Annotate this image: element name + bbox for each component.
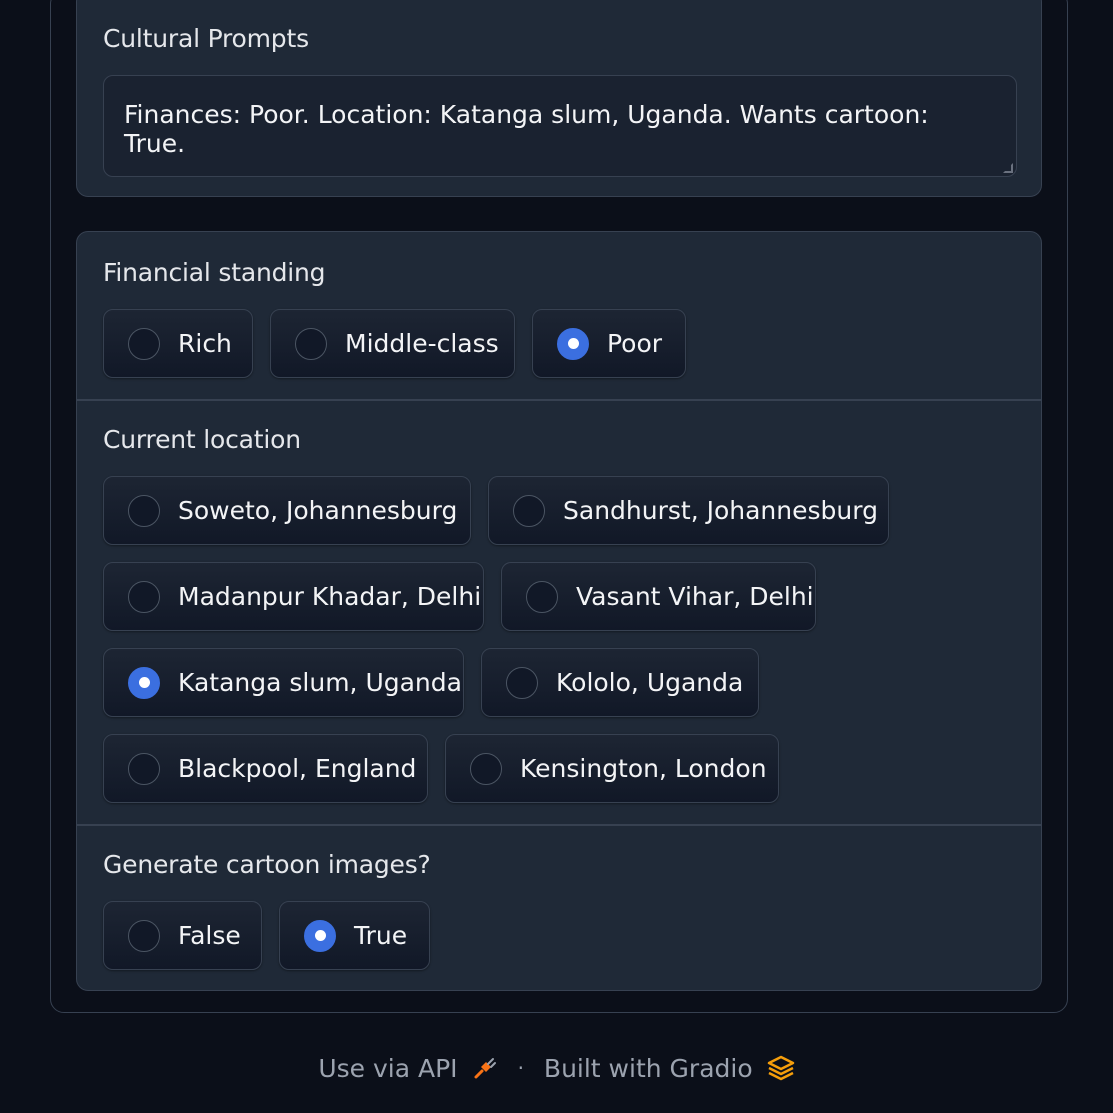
use-via-api-link[interactable]: Use via API [318,1054,457,1083]
option-label: Rich [178,329,232,358]
location-option-blackpool[interactable]: Blackpool, England [103,734,428,803]
radio-icon [526,580,558,613]
financial-option-poor[interactable]: Poor [532,309,686,378]
option-label: True [354,921,408,950]
radio-icon [506,666,538,699]
financial-standing-label: Financial standing [103,258,326,287]
options-block: Financial standing Rich Middle-class Poo… [76,231,1042,991]
location-option-madanpur[interactable]: Madanpur Khadar, Delhi [103,562,484,631]
location-option-kololo[interactable]: Kololo, Uganda [481,648,759,717]
financial-option-middle-class[interactable]: Middle-class [270,309,515,378]
current-location-label: Current location [103,425,301,454]
option-label: Kololo, Uganda [556,668,744,697]
cartoon-option-false[interactable]: False [103,901,262,970]
radio-icon [128,752,160,785]
cartoon-option-true[interactable]: True [279,901,430,970]
cultural-prompts-value: Finances: Poor. Location: Katanga slum, … [124,100,929,158]
location-option-katanga[interactable]: Katanga slum, Uganda [103,648,464,717]
cartoon-label: Generate cartoon images? [103,850,431,879]
divider [77,824,1041,826]
rocket-plug-icon [472,1055,498,1081]
resize-grip-icon[interactable] [1003,163,1013,173]
gradio-logo-icon [767,1055,795,1081]
option-label: Middle-class [345,329,499,358]
location-option-soweto[interactable]: Soweto, Johannesburg [103,476,471,545]
cultural-prompts-label: Cultural Prompts [103,24,309,53]
option-label: Kensington, London [520,754,767,783]
option-label: Poor [607,329,663,358]
footer-separator: · [517,1056,524,1080]
divider [77,399,1041,401]
option-label: False [178,921,241,950]
radio-icon [513,494,545,527]
radio-selected-icon [557,327,589,360]
option-label: Katanga slum, Uganda [178,668,462,697]
radio-icon [128,919,160,952]
option-label: Vasant Vihar, Delhi [576,582,814,611]
radio-selected-icon [304,919,336,952]
location-option-sandhurst[interactable]: Sandhurst, Johannesburg [488,476,889,545]
financial-option-rich[interactable]: Rich [103,309,253,378]
option-label: Sandhurst, Johannesburg [563,496,878,525]
option-label: Soweto, Johannesburg [178,496,458,525]
radio-icon [295,327,327,360]
radio-icon [128,494,160,527]
option-label: Blackpool, England [178,754,417,783]
radio-icon [470,752,502,785]
cultural-prompts-textarea[interactable]: Finances: Poor. Location: Katanga slum, … [103,75,1017,177]
footer: Use via API · Built with Gradio [0,1050,1113,1086]
built-with-gradio-link[interactable]: Built with Gradio [544,1054,753,1083]
cultural-prompts-block: Cultural Prompts Finances: Poor. Locatio… [76,0,1042,197]
radio-icon [128,580,160,613]
option-label: Madanpur Khadar, Delhi [178,582,482,611]
location-option-kensington[interactable]: Kensington, London [445,734,779,803]
radio-selected-icon [128,666,160,699]
radio-icon [128,327,160,360]
location-option-vasant-vihar[interactable]: Vasant Vihar, Delhi [501,562,816,631]
